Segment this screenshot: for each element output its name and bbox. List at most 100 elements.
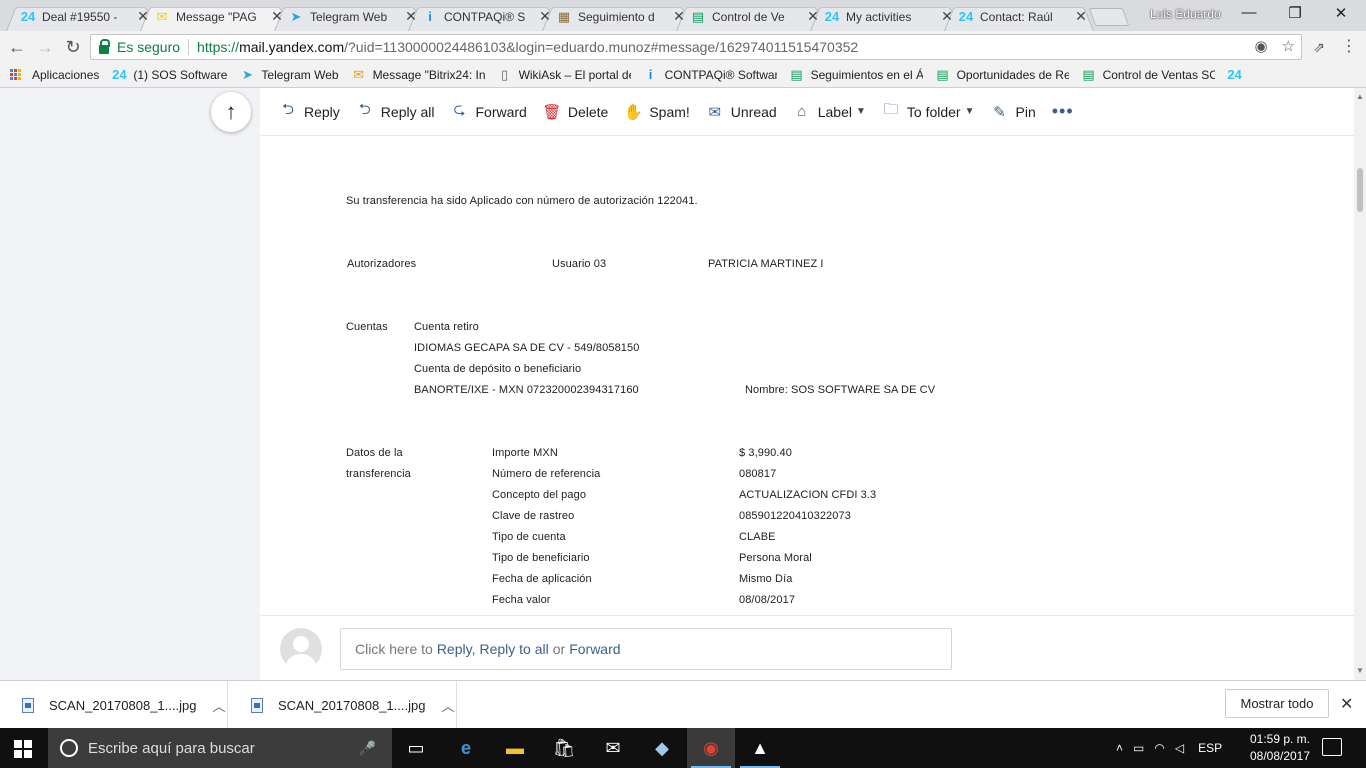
photos-icon[interactable]: ▲ (736, 728, 784, 768)
quick-reply-link[interactable]: Reply, (437, 641, 476, 657)
back-button[interactable]: ← (6, 36, 28, 58)
delete-button[interactable]: 🗑 Delete (542, 103, 608, 121)
bookmark-item[interactable]: ✉ Message "Bitrix24: In (351, 67, 484, 83)
chrome-icon[interactable]: ◉ (687, 728, 735, 768)
scrollbar-thumb[interactable] (1357, 168, 1363, 212)
tab-strip: 24 Deal #19550 - ✕ ✉ Message "PAG ✕ ➤ Telegram … (0, 0, 1366, 31)
download-item[interactable]: SCAN_20170808_1....jpg ︿ (229, 681, 457, 729)
restore-button[interactable]: ❐ (1272, 4, 1318, 22)
address-bar[interactable]: Es seguro https://mail.yandex.com/?uid=1… (90, 34, 1302, 60)
extension-icon[interactable]: ⇗ (1308, 36, 1330, 58)
browser-tab[interactable]: ➤ Telegram Web ✕ (274, 2, 424, 31)
forward-button[interactable]: → (34, 36, 56, 58)
chevron-up-icon[interactable]: ˄ (1116, 741, 1123, 755)
reply-button[interactable]: ⮌ Reply (279, 101, 340, 121)
close-icon[interactable]: ✕ (538, 8, 552, 25)
taskbar-clock[interactable]: 01:59 p. m. 08/08/2017 (1244, 731, 1316, 765)
store-icon[interactable]: 🛍 (540, 728, 588, 768)
reload-button[interactable]: ↻ (62, 36, 84, 58)
bookmark-item[interactable]: 24 (1227, 67, 1249, 83)
chevron-up-icon[interactable]: ︿ (212, 696, 225, 715)
close-icon[interactable]: ✕ (1074, 8, 1088, 25)
browser-tab[interactable]: ▤ Control de Ve ✕ (676, 2, 826, 31)
task-view-icon[interactable]: ▭ (392, 728, 440, 768)
new-tab-button[interactable] (1088, 8, 1130, 26)
bookmark-item[interactable]: 24 (1) SOS Software (111, 67, 227, 83)
battery-icon[interactable]: ▭ (1133, 741, 1144, 755)
pin-icon: ✎ (993, 103, 1006, 121)
bookmark-item[interactable]: ▤ Oportunidades de Re (935, 67, 1069, 83)
page-scrollbar[interactable]: ▲ ▼ (1354, 88, 1366, 680)
close-icon[interactable]: ✕ (672, 8, 686, 25)
image-file-icon (251, 697, 263, 713)
to-folder-button[interactable]: 🗀 To folder ▼ (882, 101, 974, 121)
mail-icon[interactable]: ✉ (589, 728, 637, 768)
scroll-to-top-button[interactable]: ↑ (211, 92, 251, 132)
quick-forward-link[interactable]: Forward (569, 641, 620, 657)
browser-tab[interactable]: i CONTPAQi® S ✕ (408, 2, 558, 31)
language-indicator[interactable]: ESP (1198, 741, 1222, 755)
tab-title: Seguimiento d (578, 9, 655, 24)
file-explorer-icon[interactable]: ▬ (491, 728, 539, 768)
close-icon[interactable]: ✕ (806, 8, 820, 25)
bookmark-item[interactable]: ▯ WikiAsk – El portal de (497, 67, 631, 83)
volume-icon[interactable]: ◁ (1175, 741, 1184, 755)
wifi-icon[interactable]: ◠ (1154, 741, 1164, 755)
star-icon[interactable]: ☆ (1282, 37, 1295, 55)
close-icon[interactable]: ✕ (270, 8, 284, 25)
eye-icon[interactable]: ◉ (1254, 37, 1267, 55)
app-icon[interactable]: ◆ (638, 728, 686, 768)
bitrix24-icon: 24 (112, 67, 127, 82)
taskbar-search[interactable]: Escribe aquí para buscar 🎤 (48, 728, 392, 768)
profile-name[interactable]: Luis Eduardo (1150, 7, 1221, 21)
browser-tab[interactable]: ▦ Seguimiento d ✕ (542, 2, 692, 31)
flame-icon: ✋ (623, 103, 643, 121)
minimize-button[interactable]: — (1226, 4, 1272, 21)
quick-reply-box[interactable]: Click here to Reply, Reply to all or For… (340, 628, 952, 670)
close-window-button[interactable]: ✕ (1318, 4, 1364, 22)
notifications-icon[interactable] (1322, 738, 1342, 756)
more-options-icon[interactable]: ••• (1052, 101, 1074, 122)
browser-tab[interactable]: 24 My activities ✕ (810, 2, 960, 31)
close-icon[interactable]: ✕ (404, 8, 418, 25)
tab-title: Message "PAG (176, 9, 257, 24)
system-tray: ˄ ▭ ◠ ◁ ESP (1116, 728, 1222, 768)
windows-start-button[interactable] (14, 740, 32, 758)
message-body: Su transferencia ha sido Aplicado con nú… (346, 136, 1246, 616)
spam-button[interactable]: ✋ Spam! (623, 103, 690, 121)
quick-reply-all-link[interactable]: Reply to all (479, 641, 548, 657)
forward-button[interactable]: ⮎ Forward (451, 101, 526, 121)
scroll-up-icon[interactable]: ▲ (1354, 92, 1366, 101)
unread-button[interactable]: ✉ Unread (706, 103, 777, 121)
close-icon[interactable]: ✕ (136, 8, 150, 25)
close-icon[interactable]: ✕ (1340, 694, 1353, 714)
bookmark-label: Oportunidades de Re (956, 67, 1069, 82)
bookmark-item[interactable]: ▤ Seguimientos en el Á (789, 67, 922, 83)
show-all-downloads-button[interactable]: Mostrar todo (1225, 689, 1329, 718)
reply-all-button[interactable]: ⮌ Reply all (356, 101, 435, 121)
pin-button[interactable]: ✎ Pin (991, 103, 1036, 121)
lock-icon[interactable] (99, 38, 110, 54)
label-button[interactable]: ⌂ Label ▼ (793, 103, 866, 121)
nombre-beneficiario: Nombre: SOS SOFTWARE SA DE CV (745, 384, 936, 396)
download-item[interactable]: SCAN_20170808_1....jpg ︿ (0, 681, 228, 729)
url-host: mail.yandex.com (239, 39, 345, 55)
download-filename: SCAN_20170808_1....jpg (278, 697, 426, 713)
close-icon[interactable]: ✕ (940, 8, 954, 25)
edge-icon[interactable]: e (442, 728, 490, 768)
browser-tab[interactable]: 24 Contact: Raúl ✕ (944, 2, 1094, 31)
microphone-icon[interactable]: 🎤 (359, 740, 376, 757)
bookmark-item[interactable]: Aplicaciones (10, 68, 99, 82)
browser-tab[interactable]: 24 Deal #19550 - ✕ (6, 2, 156, 31)
bookmark-item[interactable]: ▤ Control de Ventas SO (1081, 67, 1214, 83)
autorizador-nombre: PATRICIA MARTINEZ I (708, 258, 824, 270)
bookmark-item[interactable]: i CONTPAQi® Softwar (643, 67, 777, 83)
chevron-up-icon[interactable]: ︿ (441, 696, 454, 715)
bookmark-item[interactable]: ➤ Telegram Web (239, 67, 339, 83)
cuenta-retiro-label: Cuenta retiro (414, 321, 479, 333)
menu-icon[interactable]: ⋮ (1338, 36, 1360, 58)
scroll-down-icon[interactable]: ▼ (1354, 666, 1366, 675)
secure-label[interactable]: Es seguro (117, 39, 180, 55)
bookmark-label: WikiAsk – El portal de (518, 67, 631, 82)
browser-tab[interactable]: ✉ Message "PAG ✕ (140, 2, 290, 31)
